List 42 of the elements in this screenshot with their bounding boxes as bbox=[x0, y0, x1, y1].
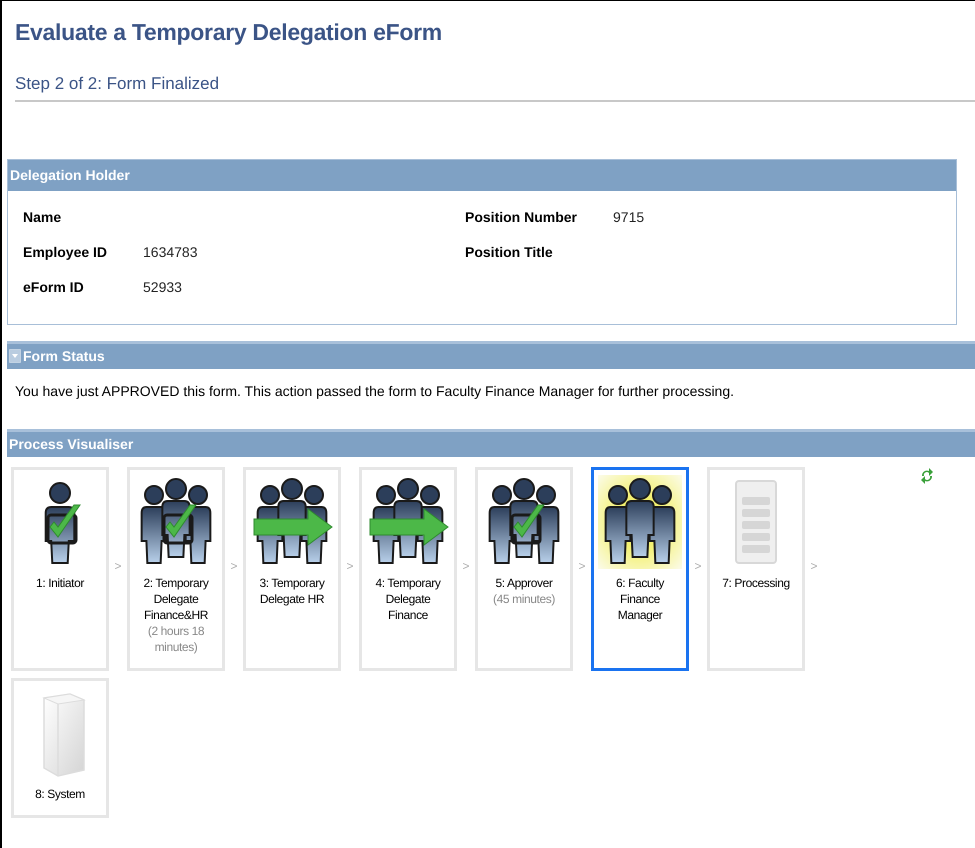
step-label: 8: System bbox=[34, 786, 86, 802]
field-value: 9715 bbox=[613, 209, 644, 225]
step-label: 5: Approver bbox=[494, 575, 554, 591]
section-header: Delegation Holder bbox=[8, 160, 956, 191]
step-connector: > bbox=[345, 559, 354, 573]
field-label: Name bbox=[23, 209, 62, 225]
step-label: 1: Initiator bbox=[35, 575, 86, 591]
process-step[interactable]: 8: System bbox=[11, 678, 109, 818]
step-connector: > bbox=[693, 559, 702, 573]
step-label: 6: Faculty Finance Manager bbox=[614, 575, 666, 623]
step-label: 4: Temporary Delegate Finance bbox=[374, 575, 442, 623]
process-step[interactable]: 3: Temporary Delegate HR bbox=[243, 467, 341, 671]
step-connector: > bbox=[113, 559, 122, 573]
step-duration: (2 hours 18 minutes) bbox=[146, 623, 206, 655]
process-step[interactable]: 5: Approver (45 minutes) bbox=[475, 467, 573, 671]
step-label: 7: Processing bbox=[721, 575, 791, 591]
process-step[interactable]: 6: Faculty Finance Manager bbox=[591, 467, 689, 671]
status-message: You have just APPROVED this form. This action passed the form to Faculty Finance Manager for further processing. bbox=[15, 383, 736, 401]
step-connector: > bbox=[809, 559, 818, 573]
field-value: 1634783 bbox=[143, 244, 198, 260]
process-step[interactable]: 7: Processing bbox=[707, 467, 805, 671]
people-icon bbox=[598, 475, 682, 569]
step-label: 2: Temporary Delegate Finance&HR bbox=[142, 575, 210, 623]
field-value: 52933 bbox=[143, 279, 182, 295]
step-indicator: Step 2 of 2: Form Finalized bbox=[15, 74, 975, 102]
section-header: Process Visualiser bbox=[7, 429, 975, 457]
field-label: Position Title bbox=[465, 244, 554, 260]
process-step[interactable]: 1: Initiator bbox=[11, 467, 109, 671]
process-step[interactable]: 2: Temporary Delegate Finance&HR (2 hours 18 minutes) bbox=[127, 467, 225, 671]
field-label: Position Number bbox=[465, 209, 578, 225]
page-title: Evaluate a Temporary Delegation eForm bbox=[14, 18, 443, 46]
step-label: 3: Temporary Delegate HR bbox=[258, 575, 326, 607]
step-connector: > bbox=[577, 559, 586, 573]
field-label: eForm ID bbox=[23, 279, 85, 295]
collapse-icon[interactable] bbox=[9, 349, 21, 363]
field-label: Employee ID bbox=[23, 244, 108, 260]
step-duration: (45 minutes) bbox=[492, 591, 556, 607]
process-step[interactable]: 4: Temporary Delegate Finance bbox=[359, 467, 457, 671]
step-connector: > bbox=[229, 559, 238, 573]
step-connector: > bbox=[461, 559, 470, 573]
section-header: Form Status bbox=[23, 348, 105, 364]
refresh-icon[interactable] bbox=[919, 467, 935, 485]
